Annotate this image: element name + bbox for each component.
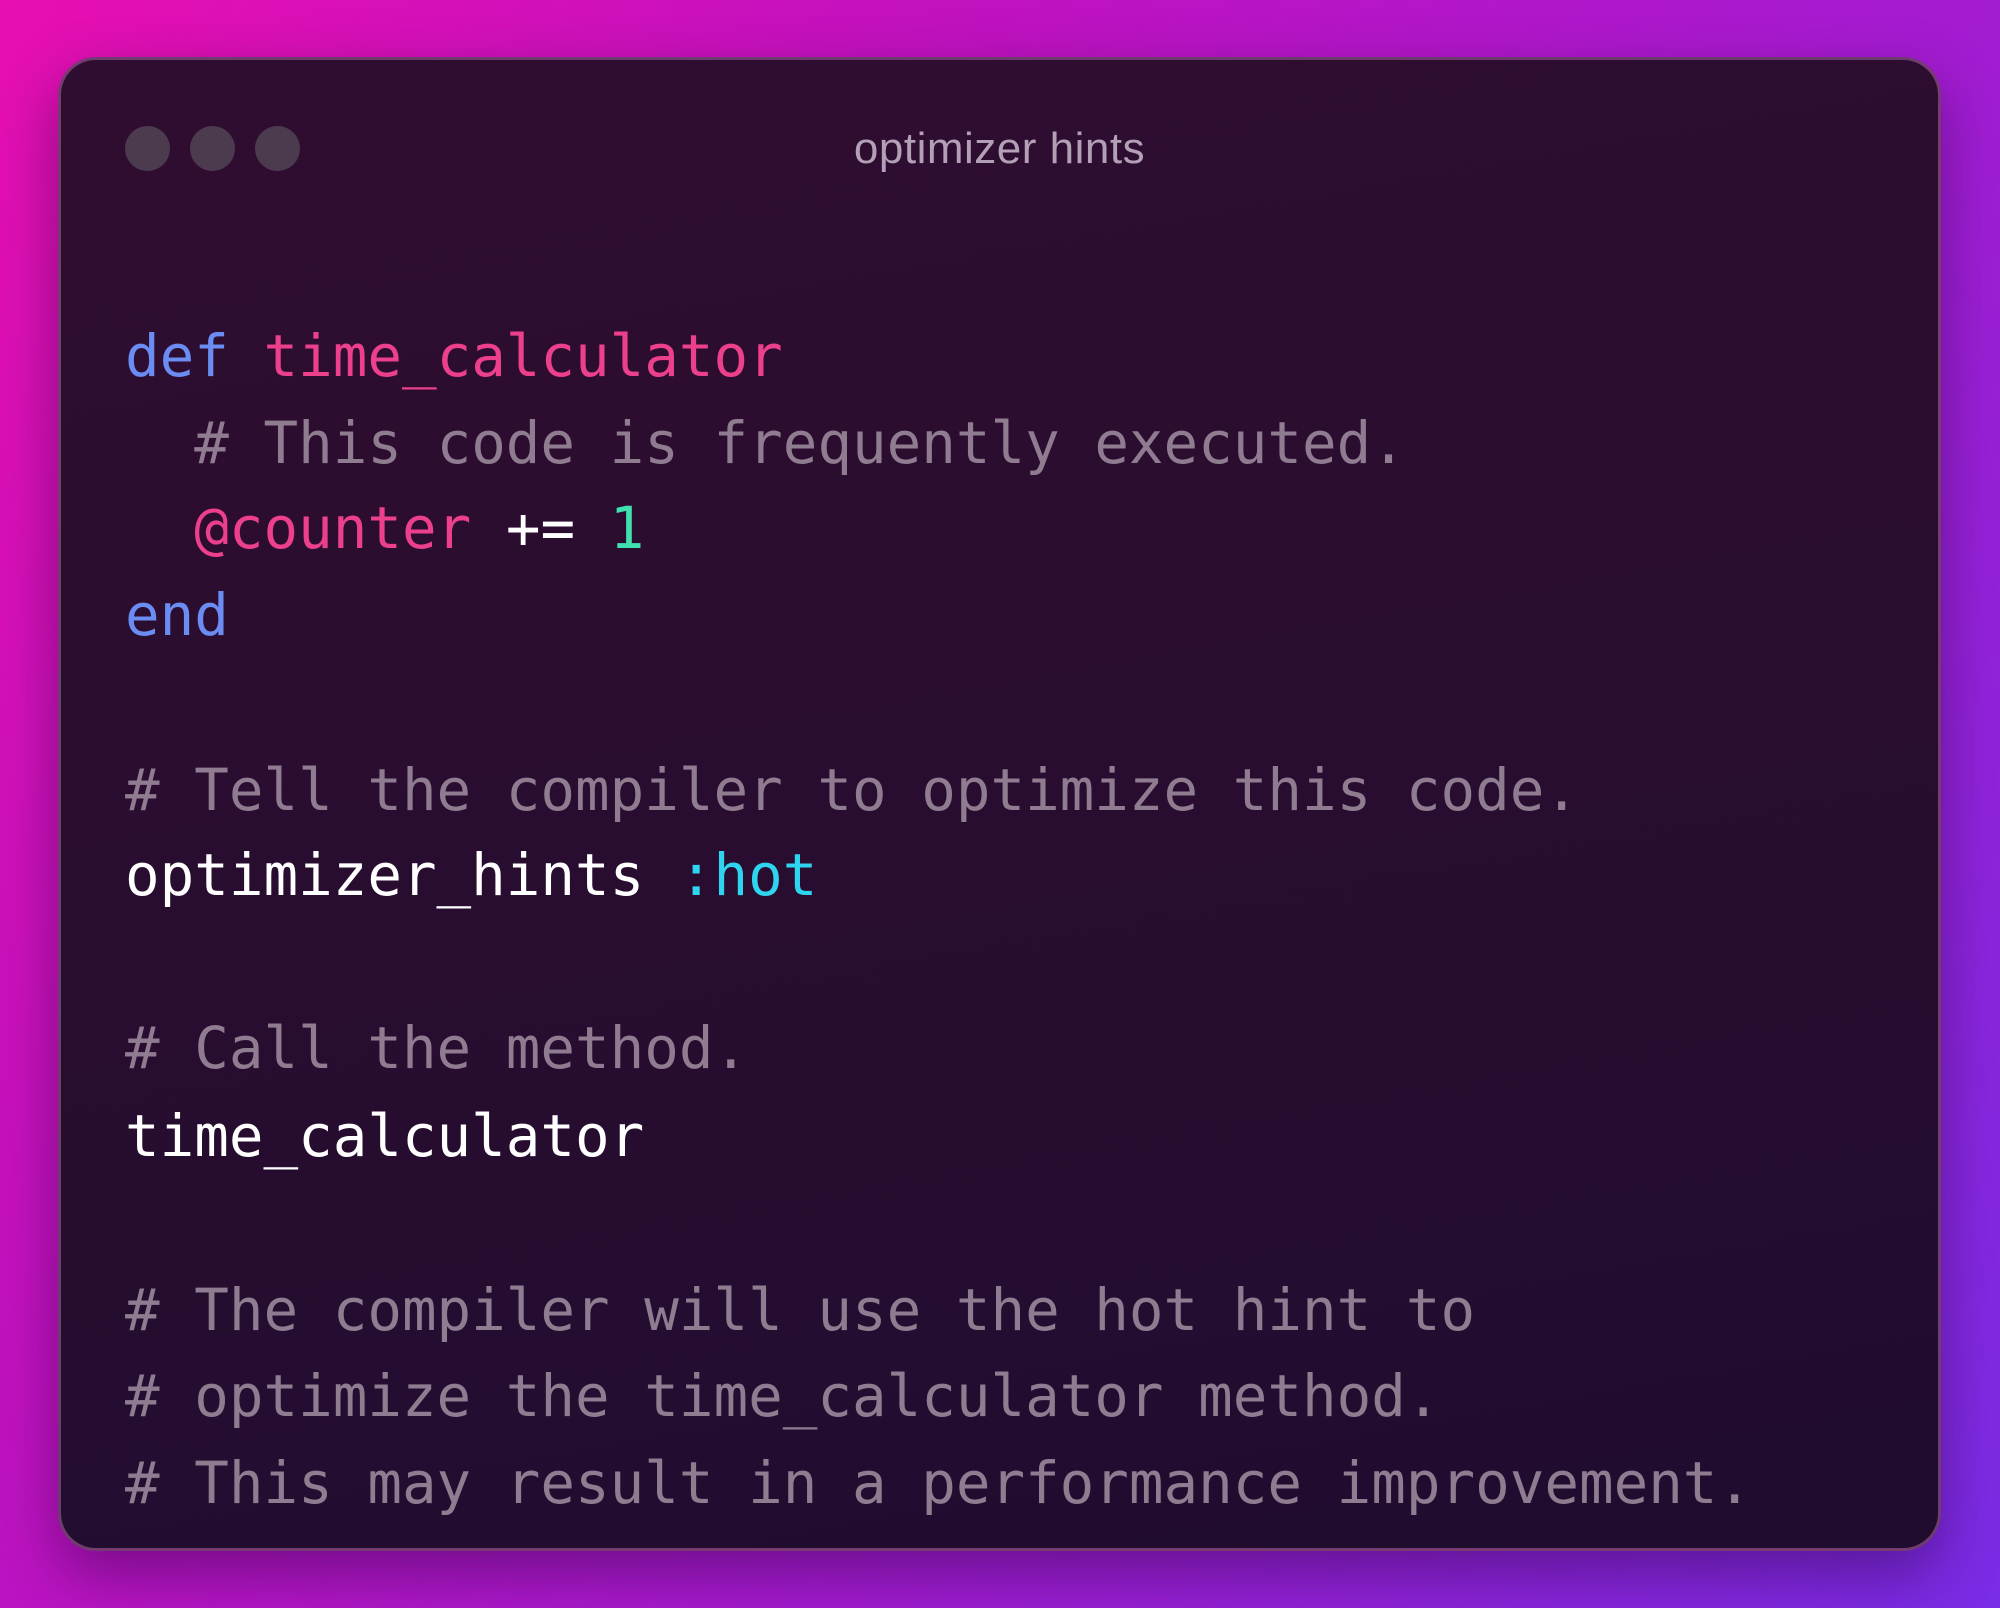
- code-line: # optimize the time_calculator method.: [125, 1362, 1440, 1432]
- number-literal: 1: [609, 495, 645, 562]
- keyword-end: end: [125, 582, 229, 649]
- code-line: time_calculator: [125, 1102, 644, 1172]
- function-name: time_calculator: [263, 323, 783, 390]
- code-comment: # optimize the time_calculator method.: [125, 1363, 1441, 1430]
- code-comment: # This may result in a performance impro…: [125, 1450, 1753, 1517]
- code-line: # This may result in a performance impro…: [125, 1449, 1752, 1519]
- code-comment: # Call the method.: [125, 1015, 749, 1082]
- instance-variable: @counter: [194, 495, 472, 562]
- code-line: # This code is frequently executed.: [125, 409, 1406, 479]
- operator: +=: [471, 495, 610, 562]
- symbol-literal: :hot: [678, 842, 818, 909]
- code-comment: # The compiler will use the hot hint to: [125, 1277, 1476, 1344]
- method-call: time_calculator: [125, 1103, 645, 1170]
- code-comment: # This code is frequently executed.: [194, 410, 1406, 477]
- code-window: optimizer hints def time_calculator # Th…: [58, 57, 1941, 1551]
- code-line: # The compiler will use the hot hint to: [125, 1276, 1475, 1346]
- method-call: optimizer_hints: [125, 842, 679, 909]
- code-line: # Tell the compiler to optimize this cod…: [125, 756, 1579, 826]
- code-line: optimizer_hints :hot: [125, 841, 817, 911]
- code-comment: # Tell the compiler to optimize this cod…: [125, 757, 1579, 824]
- code-line: # Call the method.: [125, 1014, 748, 1084]
- code-line: @counter += 1: [125, 494, 644, 564]
- code-block: def time_calculator # This code is frequ…: [125, 60, 1898, 1548]
- keyword-def: def: [125, 323, 229, 390]
- code-line: end: [125, 581, 229, 651]
- code-line: def time_calculator: [125, 322, 783, 392]
